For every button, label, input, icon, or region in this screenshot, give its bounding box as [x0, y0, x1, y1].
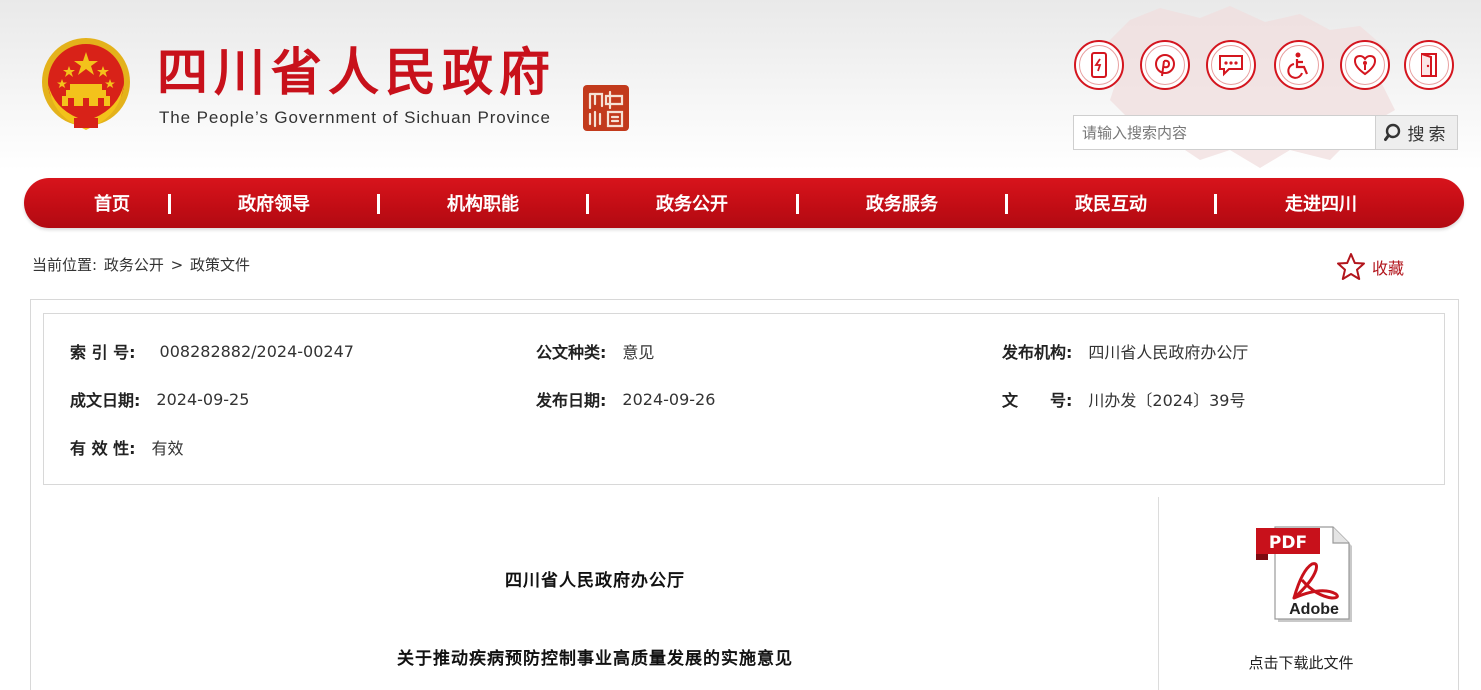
elderly-care-icon[interactable] — [1340, 40, 1390, 90]
site-title[interactable]: 四川省人民政府 — [157, 44, 556, 104]
chat-icon[interactable] — [1206, 40, 1256, 90]
pdf-badge-text: PDF — [1269, 533, 1307, 553]
doc-number-value: 川办发〔2024〕39号 — [1088, 391, 1246, 410]
header-tool-icons — [1074, 40, 1454, 92]
search-button[interactable]: 搜索 — [1375, 116, 1457, 149]
nav-item-about-sichuan[interactable]: 走进四川 — [1261, 178, 1381, 228]
nav-separator — [586, 194, 589, 214]
validity-label: 有 效 性: — [70, 439, 136, 458]
search-icon — [1383, 123, 1400, 141]
metadata-published-date: 发布日期: 2024-09-26 — [536, 387, 715, 411]
nav-item-institutions[interactable]: 机构职能 — [423, 178, 543, 228]
index-value: 008282882/2024-00247 — [159, 341, 354, 361]
metadata-index: 索 引 号: 008282882/2024-00247 — [70, 339, 354, 363]
nav-separator — [1214, 194, 1217, 214]
nav-item-leaders[interactable]: 政府领导 — [214, 178, 334, 228]
metadata-row: 成文日期: 2024-09-25 发布日期: 2024-09-26 文 号: 川… — [44, 387, 1444, 411]
document-issuing-org: 四川省人民政府办公厅 — [505, 571, 685, 591]
search-box: 搜索 — [1073, 115, 1458, 150]
star-icon — [1337, 253, 1365, 280]
issuer-value: 四川省人民政府办公厅 — [1088, 343, 1249, 362]
adobe-brand-text: Adobe — [1289, 601, 1339, 618]
nav-item-gov-affairs-open[interactable]: 政务公开 — [632, 178, 752, 228]
china-sichuan-seal-icon — [583, 85, 629, 131]
nav-item-home[interactable]: 首页 — [72, 178, 152, 228]
nav-separator — [377, 194, 380, 214]
written-date-label: 成文日期: — [70, 391, 141, 410]
breadcrumb-item-gov-affairs-open[interactable]: 政务公开 — [104, 256, 164, 274]
index-label: 索 引 号: — [70, 343, 136, 362]
issuer-label: 发布机构: — [1002, 343, 1073, 362]
nav-separator — [168, 194, 171, 214]
search-button-label: 搜索 — [1407, 125, 1450, 145]
breadcrumb-item-policy-documents[interactable]: 政策文件 — [190, 256, 250, 274]
favorite-button[interactable]: 收藏 — [1336, 252, 1404, 282]
accessibility-icon[interactable] — [1274, 40, 1324, 90]
type-value: 意见 — [622, 343, 655, 362]
type-label: 公文种类: — [536, 343, 607, 362]
site-title-english: The People’s Government of Sichuan Provi… — [159, 108, 551, 127]
published-date-label: 发布日期: — [536, 391, 607, 410]
document-metadata: 索 引 号: 008282882/2024-00247 公文种类: 意见 发布机… — [43, 313, 1445, 485]
breadcrumb: 当前位置: 政务公开 > 政策文件 — [32, 254, 252, 275]
pinterest-icon[interactable] — [1140, 40, 1190, 90]
nav-separator — [1005, 194, 1008, 214]
validity-value: 有效 — [151, 439, 184, 458]
metadata-row: 索 引 号: 008282882/2024-00247 公文种类: 意见 发布机… — [44, 339, 1444, 363]
metadata-type: 公文种类: 意见 — [536, 339, 654, 363]
exit-icon[interactable] — [1404, 40, 1454, 90]
national-emblem-icon — [42, 38, 130, 130]
breadcrumb-prefix: 当前位置: — [32, 256, 98, 274]
mobile-icon[interactable] — [1074, 40, 1124, 90]
metadata-row: 有 效 性: 有效 — [44, 435, 1444, 459]
nav-separator — [796, 194, 799, 214]
doc-number-label: 文 号: — [1002, 391, 1073, 410]
written-date-value: 2024-09-25 — [156, 389, 250, 409]
document-title: 关于推动疾病预防控制事业高质量发展的实施意见 — [397, 649, 793, 669]
pdf-download-label[interactable]: 点击下载此文件 — [1232, 652, 1370, 673]
site-header: 四川省人民政府 The People’s Government of Sichu… — [0, 0, 1481, 170]
metadata-doc-number: 文 号: 川办发〔2024〕39号 — [1002, 387, 1246, 411]
published-date-value: 2024-09-26 — [622, 389, 716, 409]
pdf-download-link[interactable]: PDF Adobe 点击下载此文件 — [1232, 520, 1370, 680]
metadata-issuer: 发布机构: 四川省人民政府办公厅 — [1002, 339, 1248, 363]
main-nav: 首页 政府领导 机构职能 政务公开 政务服务 政民互动 走进四川 — [24, 178, 1464, 228]
nav-item-interaction[interactable]: 政民互动 — [1051, 178, 1171, 228]
breadcrumb-separator: > — [170, 256, 184, 274]
search-input[interactable] — [1074, 116, 1374, 149]
favorite-label: 收藏 — [1372, 259, 1405, 278]
metadata-written-date: 成文日期: 2024-09-25 — [70, 387, 249, 411]
metadata-validity: 有 效 性: 有效 — [70, 435, 184, 459]
nav-item-gov-services[interactable]: 政务服务 — [842, 178, 962, 228]
pdf-file-icon: PDF Adobe — [1256, 526, 1352, 622]
